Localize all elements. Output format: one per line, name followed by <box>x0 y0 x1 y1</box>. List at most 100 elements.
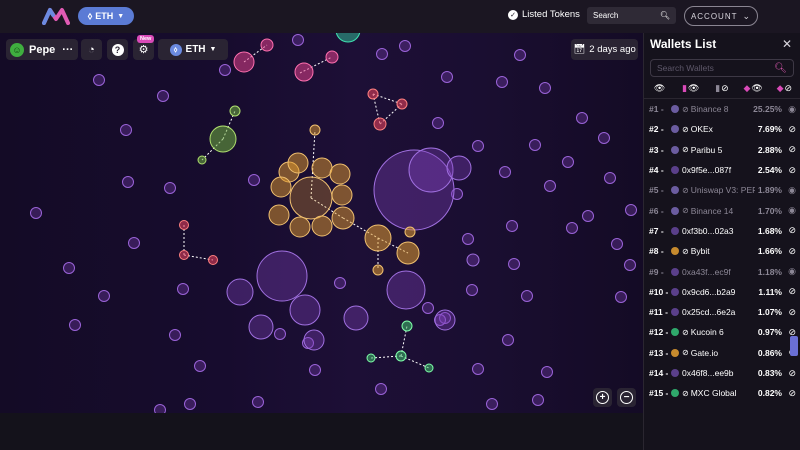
wallet-bubble[interactable] <box>514 49 526 61</box>
wallet-bubble[interactable] <box>604 172 616 184</box>
listed-tokens-toggle[interactable]: ✓ Listed Tokens <box>508 9 580 20</box>
eye-off-icon[interactable]: ⊘ <box>782 144 796 155</box>
eye-icon[interactable]: ◉ <box>782 185 796 196</box>
wallet-bubble[interactable] <box>287 152 309 174</box>
wallet-bubble[interactable] <box>334 277 346 289</box>
wallet-bubble[interactable] <box>496 76 508 88</box>
wallet-bubble[interactable] <box>486 398 498 410</box>
eye-off-icon[interactable]: ⊘ <box>782 368 796 379</box>
network-selector[interactable]: ⬨ ETH ▼ <box>158 39 228 60</box>
help-button[interactable]: ? <box>107 39 128 60</box>
time-range-button[interactable]: 📅︎ 2 days ago <box>571 39 638 60</box>
search-input[interactable]: Search 🔍︎ <box>587 7 676 24</box>
wallet-bubble[interactable] <box>508 258 520 270</box>
wallet-bubble[interactable] <box>539 82 551 94</box>
wallet-bubble[interactable] <box>248 314 274 340</box>
wallet-bubble[interactable] <box>248 174 260 186</box>
wallet-bubble[interactable] <box>422 302 434 314</box>
wallet-bubble[interactable] <box>364 224 392 252</box>
wallet-row[interactable]: #5 - ⊘Uniswap V3: PEP...1.89%◉ <box>644 180 800 200</box>
filter-exchanges-icon[interactable]: ▮ ⊘ <box>710 83 734 94</box>
eye-icon[interactable]: ◉ <box>782 205 796 216</box>
wallet-bubble[interactable] <box>521 290 533 302</box>
wallet-bubble[interactable] <box>122 176 134 188</box>
wallet-bubble[interactable] <box>502 334 514 346</box>
wallet-bubble[interactable] <box>434 309 456 331</box>
wallet-bubble[interactable] <box>268 204 290 226</box>
wallet-bubble[interactable] <box>93 74 105 86</box>
wallet-bubble[interactable] <box>466 253 480 267</box>
wallet-bubble[interactable] <box>529 139 541 151</box>
wallet-bubble[interactable] <box>294 62 314 82</box>
wallet-bubble[interactable] <box>98 290 110 302</box>
wallet-bubble[interactable] <box>472 363 484 375</box>
close-icon[interactable]: ✕ <box>782 37 792 51</box>
wallet-bubble[interactable] <box>289 294 321 326</box>
wallet-bubble[interactable] <box>424 363 434 373</box>
zoom-in-button[interactable]: + <box>593 388 612 407</box>
wallet-bubble[interactable] <box>154 404 166 414</box>
filter-pink-eye-icon[interactable]: ◆ 👁︎ <box>741 83 765 94</box>
eye-icon[interactable]: ◉ <box>782 104 796 115</box>
wallet-bubble[interactable] <box>120 124 132 136</box>
wallet-bubble[interactable] <box>331 206 355 230</box>
wallet-row[interactable]: #14 - 0x46f8...ee9b 0.83% ⊘ <box>644 363 800 383</box>
wallet-bubble[interactable] <box>69 319 81 331</box>
wallet-bubble[interactable] <box>544 180 556 192</box>
wallet-bubble[interactable] <box>441 71 453 83</box>
wallet-bubble[interactable] <box>208 255 218 265</box>
wallet-bubble[interactable] <box>256 250 308 302</box>
wallet-bubble[interactable] <box>157 90 169 102</box>
wallet-bubble[interactable] <box>229 105 241 117</box>
wallet-bubble[interactable] <box>252 396 264 408</box>
wallet-bubble[interactable] <box>408 147 454 193</box>
wallet-bubble[interactable] <box>311 215 333 237</box>
bubble-map-canvas[interactable] <box>0 33 643 413</box>
app-logo-icon[interactable] <box>42 7 70 25</box>
wallet-bubble[interactable] <box>375 383 387 395</box>
eye-off-icon[interactable]: ⊘ <box>782 124 796 135</box>
wallet-bubble[interactable] <box>499 166 511 178</box>
wallet-row[interactable]: #7 - 0xf3b0...02a3 1.68% ⊘ <box>644 221 800 241</box>
wallet-bubble[interactable] <box>624 259 636 271</box>
wallet-bubble[interactable] <box>625 204 637 216</box>
wallet-bubble[interactable] <box>289 216 311 238</box>
wallet-bubble[interactable] <box>30 207 42 219</box>
wallet-bubble[interactable] <box>179 220 189 230</box>
wallet-bubble[interactable] <box>335 33 361 43</box>
chart-button[interactable]: ◔ <box>81 39 102 60</box>
wallet-row[interactable]: #9 - 0xa43f...ec9f 1.18% ◉ <box>644 261 800 281</box>
wallet-bubble[interactable] <box>331 184 353 206</box>
eye-off-icon[interactable]: ⊘ <box>782 286 796 297</box>
wallet-row[interactable]: #4 - 0x9f5e...087f 2.54% ⊘ <box>644 160 800 180</box>
wallet-bubble[interactable] <box>233 51 255 73</box>
wallet-bubble[interactable] <box>541 366 553 378</box>
filter-hidden-icon[interactable]: ◆ ⊘ <box>772 83 796 94</box>
wallet-bubble[interactable] <box>311 157 333 179</box>
wallet-bubble[interactable] <box>226 278 254 306</box>
wallet-bubble[interactable] <box>219 64 231 76</box>
wallet-row[interactable]: #13 -⊘Gate.io0.86%⊘ <box>644 343 800 363</box>
wallet-bubble[interactable] <box>396 241 420 265</box>
wallet-row[interactable]: #10 - 0x9cd6...b2a9 1.11% ⊘ <box>644 282 800 302</box>
wallet-bubble[interactable] <box>303 329 325 351</box>
chain-selector-button[interactable]: ⬨ ETH ▼ <box>78 7 134 25</box>
wallet-bubble[interactable] <box>194 360 206 372</box>
wallet-bubble[interactable] <box>197 155 207 165</box>
wallet-bubble[interactable] <box>582 210 594 222</box>
wallet-bubble[interactable] <box>373 117 387 131</box>
eye-off-icon[interactable]: ⊘ <box>782 388 796 399</box>
wallet-row[interactable]: #11 - 0x25cd...6e2a 1.07% ⊘ <box>644 302 800 322</box>
wallet-bubble[interactable] <box>177 283 189 295</box>
wallet-row[interactable]: #6 - ⊘ Binance 14 1.70% ◉ <box>644 200 800 220</box>
wallet-bubble[interactable] <box>566 222 578 234</box>
wallet-bubble[interactable] <box>615 291 627 303</box>
wallet-bubble[interactable] <box>184 398 196 410</box>
eye-icon[interactable]: ◉ <box>782 266 796 277</box>
wallet-bubble[interactable] <box>169 329 181 341</box>
wallet-bubble[interactable] <box>309 364 321 376</box>
eye-off-icon[interactable]: ⊘ <box>782 165 796 176</box>
filter-contracts-icon[interactable]: ▮ 👁︎ <box>679 83 703 94</box>
wallet-bubble[interactable] <box>209 125 237 153</box>
wallet-bubble[interactable] <box>562 156 574 168</box>
